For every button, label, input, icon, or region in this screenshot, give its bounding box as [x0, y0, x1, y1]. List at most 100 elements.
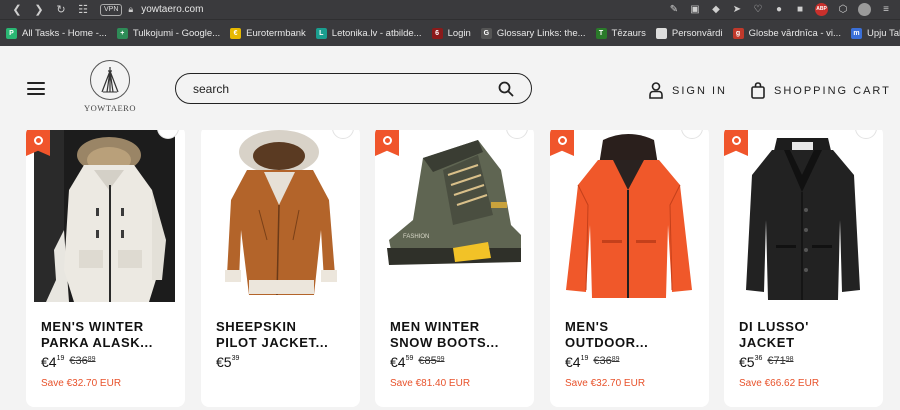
product-image-sheepskin-jacket[interactable]: [209, 130, 350, 302]
bookmark-item[interactable]: € Eurotermbank: [230, 27, 306, 39]
product-card[interactable]: MEN'S OUTDOOR... €419 €3689 Save €32.70 …: [550, 130, 709, 407]
back-icon[interactable]: ❮: [6, 3, 28, 16]
bookmark-label: All Tasks - Home -...: [22, 27, 107, 39]
adblock-icon[interactable]: ABP: [815, 3, 828, 16]
bookmark-favicon-icon: €: [230, 27, 242, 39]
product-image-orange-jacket[interactable]: [558, 130, 699, 302]
savings-text: Save €32.70 EUR: [41, 378, 122, 389]
search-input[interactable]: [193, 81, 531, 96]
bookmark-favicon-icon: T: [595, 27, 607, 39]
menu-icon[interactable]: ≡: [880, 4, 892, 15]
product-price: €459 €8599: [390, 354, 445, 370]
product-title[interactable]: MEN WINTER SNOW BOOTS...: [390, 319, 524, 351]
site-logo[interactable]: YOWTAERO: [82, 60, 138, 116]
cube-icon[interactable]: ⬡: [837, 4, 849, 15]
logo-text: YOWTAERO: [84, 103, 136, 113]
product-image-snow-boots[interactable]: FASHION: [383, 130, 524, 302]
product-price: €419 €3689: [41, 354, 96, 370]
sign-in-link[interactable]: SIGN IN: [649, 82, 727, 99]
product-image-white-parka[interactable]: [34, 130, 175, 302]
current-price: €539: [216, 354, 240, 370]
camera-icon[interactable]: ▣: [689, 4, 701, 15]
svg-text:FASHION: FASHION: [403, 234, 429, 240]
vpn-badge[interactable]: VPN: [100, 3, 123, 16]
shopping-bag-icon: [751, 82, 765, 99]
bookmark-item[interactable]: P All Tasks - Home -...: [6, 27, 107, 39]
site-header: YOWTAERO SIGN IN SHOPPING CART: [0, 46, 900, 130]
current-price: €459: [390, 354, 414, 370]
product-title[interactable]: SHEEPSKIN PILOT JACKET...: [216, 319, 350, 351]
bookmark-label: Login: [447, 27, 471, 39]
shopping-cart-label: SHOPPING CART: [774, 84, 891, 97]
bookmark-favicon-icon: [655, 27, 667, 39]
savings-text: Save €66.62 EUR: [739, 378, 820, 389]
bookmark-favicon-icon: 6: [431, 27, 443, 39]
browser-toolbar: ❮ ❯ ↻ ☷ VPN 🔒︎ yowtaero.com ✎ ▣ ◆ ➤ ♡ ● …: [0, 0, 900, 19]
product-title[interactable]: DI LUSSO' JACKET: [739, 319, 873, 351]
search-bar: [175, 73, 532, 104]
heart-icon[interactable]: ♡: [752, 4, 764, 15]
product-price: €419 €3689: [565, 354, 620, 370]
current-price: €419: [41, 354, 65, 370]
bookmark-label: Letonika.lv - atbilde...: [331, 27, 422, 39]
sign-in-label: SIGN IN: [672, 84, 727, 97]
bookmarks-bar: P All Tasks - Home -... + Tulkojumi - Googl…: [0, 19, 900, 46]
bookmark-favicon-icon: m: [850, 27, 862, 39]
current-price: €419: [565, 354, 589, 370]
bookmark-favicon-icon: G: [480, 27, 492, 39]
tab-grid-icon[interactable]: ☷: [72, 3, 94, 16]
bookmark-label: Tēzaurs: [611, 27, 646, 39]
reload-icon[interactable]: ↻: [50, 3, 72, 16]
original-price: €8599: [418, 355, 445, 367]
bookmark-label: Upju Takas: [866, 27, 900, 39]
product-title[interactable]: MEN'S OUTDOOR...: [565, 319, 699, 351]
current-price: €536: [739, 354, 763, 370]
product-grid: MEN'S WINTER PARKA ALASK... €419 €3689 S…: [0, 130, 900, 410]
product-card[interactable]: DI LUSSO' JACKET €536 €7198 Save €66.62 …: [724, 130, 883, 407]
browser-nav: ❮ ❯ ↻ ☷: [6, 3, 94, 16]
bookmark-item[interactable]: Personvārdi: [655, 27, 723, 39]
product-card[interactable]: MEN'S WINTER PARKA ALASK... €419 €3689 S…: [26, 130, 185, 407]
bookmark-item[interactable]: m Upju Takas: [850, 27, 900, 39]
browser-extensions: ✎ ▣ ◆ ➤ ♡ ● ■ ABP ⬡ ≡: [668, 0, 892, 19]
bookmark-label: Eurotermbank: [246, 27, 306, 39]
bookmark-item[interactable]: + Tulkojumi - Google...: [116, 27, 221, 39]
bookmark-favicon-icon: g: [732, 27, 744, 39]
bookmark-favicon-icon: L: [315, 27, 327, 39]
bookmark-item[interactable]: G Glossary Links: the...: [480, 27, 586, 39]
extension-icon[interactable]: ●: [773, 4, 785, 15]
product-card[interactable]: SHEEPSKIN PILOT JACKET... €539: [201, 130, 360, 407]
hamburger-menu-icon[interactable]: [27, 82, 45, 95]
bookmark-item[interactable]: L Letonika.lv - atbilde...: [315, 27, 422, 39]
product-card[interactable]: FASHION MEN WINTER SNOW BOOTS... €459 €8…: [375, 130, 534, 407]
address-bar[interactable]: yowtaero.com: [141, 4, 203, 15]
product-price: €539: [216, 354, 239, 370]
bookmark-item[interactable]: 6 Login: [431, 27, 471, 39]
extension-icon[interactable]: ■: [794, 4, 806, 15]
forward-icon[interactable]: ❯: [28, 3, 50, 16]
original-price: €3689: [593, 355, 620, 367]
product-price: €536 €7198: [739, 354, 794, 370]
bookmark-item[interactable]: g Glosbe vārdnīca - vi...: [732, 27, 841, 39]
original-price: €3689: [69, 355, 96, 367]
bookmark-label: Glossary Links: the...: [496, 27, 586, 39]
shield-icon[interactable]: ◆: [710, 4, 722, 15]
edit-icon[interactable]: ✎: [668, 4, 680, 15]
lock-icon[interactable]: 🔒︎: [128, 4, 133, 15]
product-title[interactable]: MEN'S WINTER PARKA ALASK...: [41, 319, 175, 351]
savings-text: Save €32.70 EUR: [565, 378, 646, 389]
shopping-cart-link[interactable]: SHOPPING CART: [751, 82, 891, 99]
original-price: €7198: [767, 355, 794, 367]
bookmark-label: Glosbe vārdnīca - vi...: [748, 27, 841, 39]
bookmark-favicon-icon: P: [6, 27, 17, 39]
bookmark-label: Tulkojumi - Google...: [132, 27, 221, 39]
bookmark-favicon-icon: +: [116, 27, 128, 39]
savings-text: Save €81.40 EUR: [390, 378, 471, 389]
bookmark-label: Personvārdi: [671, 27, 723, 39]
profile-avatar[interactable]: [858, 3, 871, 16]
user-icon: [649, 82, 663, 99]
send-icon[interactable]: ➤: [731, 4, 743, 15]
search-icon[interactable]: [498, 81, 514, 97]
product-image-black-coat[interactable]: [732, 130, 873, 302]
bookmark-item[interactable]: T Tēzaurs: [595, 27, 646, 39]
